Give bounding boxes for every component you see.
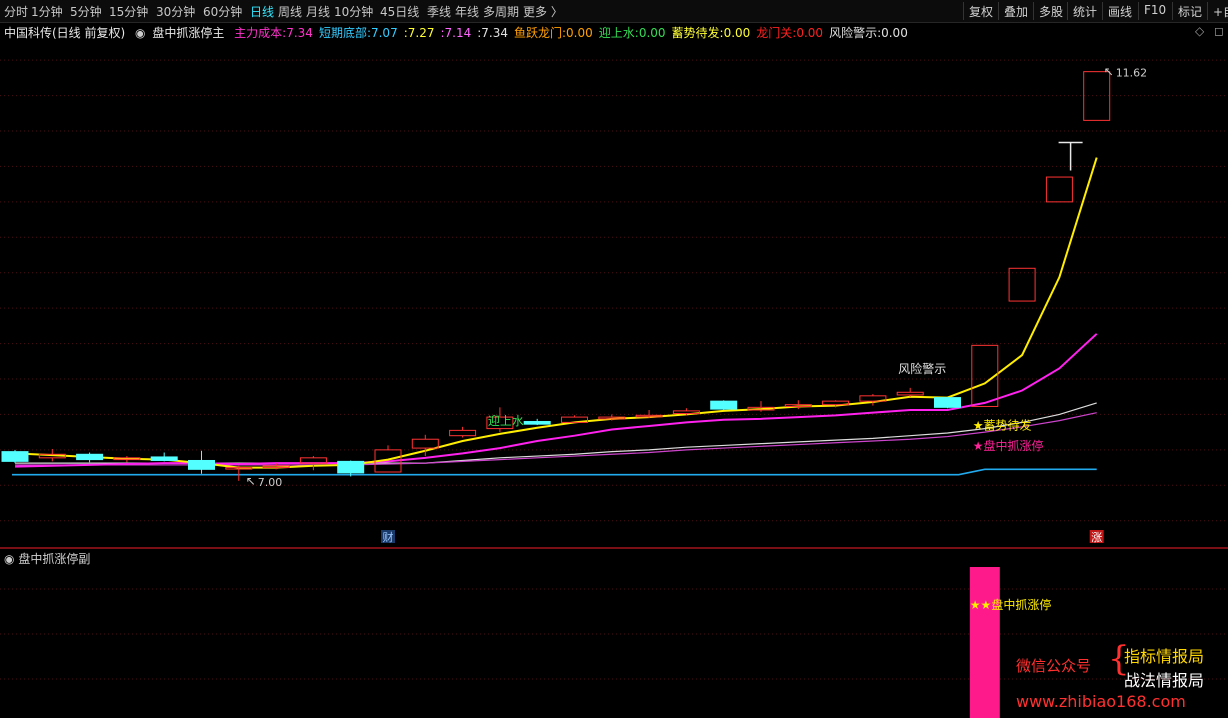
candle-up <box>672 410 700 415</box>
watermark-name-1: 指标情报局 <box>1124 647 1205 666</box>
period-tab-4[interactable]: 30分钟 <box>156 3 195 20</box>
toolbar-button-7[interactable]: +自 <box>1207 2 1228 20</box>
candle-down <box>150 456 178 461</box>
period-tab-5[interactable]: 60分钟 <box>203 3 242 20</box>
period-tab-3[interactable]: 15分钟 <box>109 3 148 20</box>
period-tab-11[interactable]: 季线 <box>427 3 451 20</box>
series-ma-yellow <box>14 157 1098 469</box>
period-tab-10[interactable]: 45日线 <box>380 3 419 20</box>
sub-indicator-title: ◉ 盘中抓涨停副 <box>4 550 90 567</box>
period-tab-9[interactable]: 10分钟 <box>334 3 373 20</box>
price-annotation: 11.62 <box>1116 67 1148 80</box>
period-tab-7[interactable]: 周线 <box>278 3 302 20</box>
period-tab-1[interactable]: 1分钟 <box>31 3 63 20</box>
event-marker-label: 财 <box>383 530 394 544</box>
candle-up <box>1045 176 1073 203</box>
signal-bar-label: ★★盘中抓涨停 <box>970 597 1052 612</box>
sub-indicator-name: 盘中抓涨停副 <box>18 552 91 566</box>
signal-annotation: ★盘中抓涨停 <box>973 438 1044 453</box>
toolbar-button-4[interactable]: 画线 <box>1102 2 1136 20</box>
watermark-name-2: 战法情报局 <box>1124 671 1205 690</box>
signal-annotation: 风险警示 <box>898 361 946 376</box>
price-arrow-icon: ↖ <box>246 474 256 488</box>
circle-down-icon[interactable]: ◉ <box>4 552 14 566</box>
watermark-site: www.zhibiao168.com <box>1016 692 1186 711</box>
signal-annotation: 迎上水 <box>488 414 524 428</box>
candle-up <box>449 429 477 437</box>
period-tab-8[interactable]: 月线 <box>306 3 330 20</box>
signal-bar <box>969 567 1000 718</box>
series-ma-white <box>15 402 1097 464</box>
toolbar-button-0[interactable]: 复权 <box>963 2 997 20</box>
period-tab-13[interactable]: 多周期 <box>483 3 519 20</box>
candle-down <box>1 451 29 462</box>
main-price-chart[interactable]: ↖ 11.62↖ 7.00迎上水风险警示★蓄势待发★盘中抓涨停财涨 <box>0 22 1228 547</box>
period-tab-12[interactable]: 年线 <box>455 3 479 20</box>
candle-down <box>934 397 961 408</box>
candle-up <box>1008 267 1036 302</box>
candle-up <box>896 391 924 396</box>
candle-down <box>76 453 104 461</box>
toolbar-button-1[interactable]: 叠加 <box>998 2 1032 20</box>
event-marker-label: 涨 <box>1091 531 1102 544</box>
series-bottom-line <box>12 468 1097 476</box>
watermark-account: 微信公众号 <box>1016 657 1092 675</box>
period-tab-0[interactable]: 分时 <box>4 3 28 20</box>
candle-down <box>188 459 215 470</box>
candle-down <box>710 400 738 410</box>
signal-annotation: ★蓄势待发 <box>973 417 1032 432</box>
price-arrow-icon: ↖ <box>1104 65 1114 79</box>
candle-down <box>337 460 365 474</box>
period-tab-6[interactable]: 日线 <box>250 3 274 20</box>
toolbar-button-3[interactable]: 统计 <box>1067 2 1101 20</box>
period-tab-2[interactable]: 5分钟 <box>70 3 102 20</box>
candle-up <box>411 438 439 449</box>
price-annotation: 7.00 <box>258 476 283 489</box>
toolbar-button-6[interactable]: 标记 <box>1172 2 1206 20</box>
period-toolbar: 分时 1分钟 5分钟 15分钟 30分钟 60分钟 日线 周线 月线 10分钟 45日线 季线 年线 多周… <box>0 0 1228 23</box>
toolbar-button-5[interactable]: F10 <box>1138 2 1170 20</box>
candle-down <box>523 421 551 425</box>
toolbar-button-2[interactable]: 多股 <box>1033 2 1067 20</box>
period-tab-14[interactable]: 更多 〉 <box>523 3 563 20</box>
